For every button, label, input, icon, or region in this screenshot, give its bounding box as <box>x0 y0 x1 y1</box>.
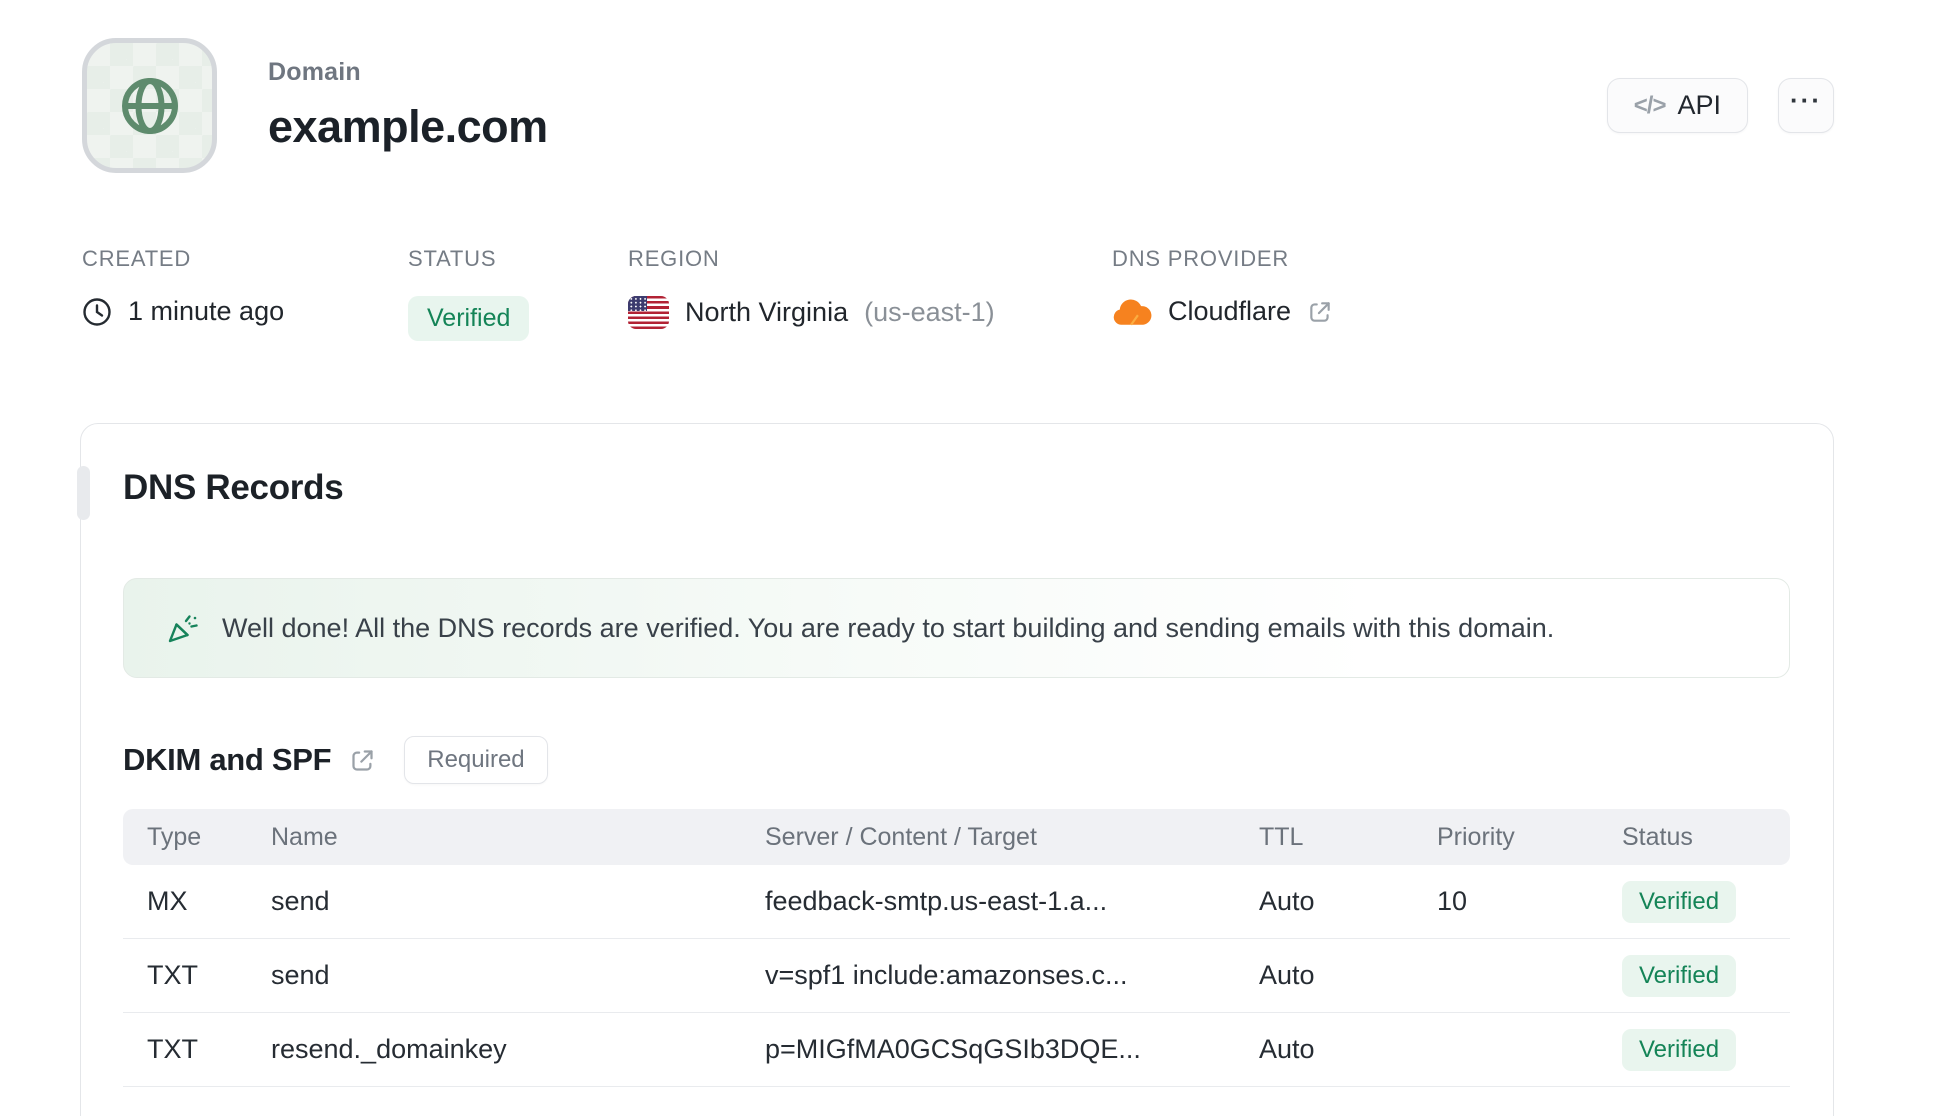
cell-type: TXT <box>147 1034 198 1064</box>
globe-icon <box>121 77 178 134</box>
cell-type: MX <box>147 886 188 916</box>
col-header-ttl: TTL <box>1259 822 1304 851</box>
cell-ttl: Auto <box>1259 886 1315 916</box>
cell-status: Verified <box>1622 880 1790 923</box>
banner-message: Well done! All the DNS records are verif… <box>222 612 1555 643</box>
cell-name: resend._domainkey <box>271 1034 507 1064</box>
dns-records-title: DNS Records <box>123 468 344 507</box>
more-options-button[interactable]: ··· <box>1778 78 1834 133</box>
table-body: MX send feedback-smtp.us-east-1.a... Aut… <box>123 865 1790 1087</box>
api-button[interactable]: </> API <box>1606 78 1748 133</box>
table-row: TXT resend._domainkey p=MIGfMA0GCSqGSIb3… <box>123 1013 1790 1087</box>
required-badge: Required <box>404 736 548 784</box>
page-title-block: Domain example.com <box>268 58 548 153</box>
region-code: (us-east-1) <box>864 297 995 327</box>
page-title: example.com <box>268 101 548 152</box>
meta-region: REGION North Virginia (us-east-1) <box>628 246 995 329</box>
cell-content: v=spf1 include:amazonses.c... <box>765 960 1128 990</box>
dkim-spf-section: DKIM and SPF Required <box>123 736 548 784</box>
cell-ttl: Auto <box>1259 960 1315 990</box>
clock-icon <box>83 297 111 326</box>
verified-badge: Verified <box>1622 880 1737 923</box>
cloudflare-icon <box>1113 299 1152 325</box>
verified-badge: Verified <box>1622 954 1737 997</box>
cell-name: send <box>271 886 330 916</box>
cell-content: p=MIGfMA0GCSqGSIb3DQE... <box>765 1034 1141 1064</box>
external-link-icon <box>1310 301 1330 322</box>
status-badge: Verified <box>408 296 530 341</box>
table-header-row: Type Name Server / Content / Target TTL … <box>123 809 1790 865</box>
api-button-label: API <box>1677 90 1721 120</box>
col-header-content: Server / Content / Target <box>765 822 1037 851</box>
table-row: TXT send v=spf1 include:amazonses.c... A… <box>123 939 1790 1013</box>
cell-priority: 10 <box>1437 886 1468 916</box>
party-popper-icon <box>168 615 198 643</box>
created-label: CREATED <box>82 246 192 271</box>
cell-type: TXT <box>147 960 198 990</box>
col-header-priority: Priority <box>1437 822 1515 851</box>
cell-ttl: Auto <box>1259 1034 1315 1064</box>
entity-label: Domain <box>268 58 361 86</box>
meta-dns-provider: DNS PROVIDER Cloudflare <box>1112 246 1333 327</box>
meta-status: STATUS Verified <box>408 246 530 341</box>
dns-provider-link[interactable]: Cloudflare <box>1112 296 1333 327</box>
table-row: MX send feedback-smtp.us-east-1.a... Aut… <box>123 865 1790 939</box>
external-link-icon[interactable] <box>349 747 376 774</box>
dns-records-card: DNS Records Well done! All the DNS recor… <box>77 423 1834 1116</box>
us-flag-icon <box>628 296 669 329</box>
region-label: REGION <box>628 246 720 271</box>
card-accent-bar <box>77 466 90 520</box>
col-header-type: Type <box>147 822 202 851</box>
domain-detail-page: Domain example.com </> API ··· CREATED 1… <box>0 0 1944 1116</box>
meta-created: CREATED 1 minute ago <box>82 246 284 327</box>
region-value: North Virginia <box>685 297 849 327</box>
cell-status: Verified <box>1622 954 1790 997</box>
ellipsis-icon: ··· <box>1790 85 1822 115</box>
dns-provider-value: Cloudflare <box>1168 296 1292 326</box>
col-header-status: Status <box>1622 822 1693 851</box>
status-label: STATUS <box>408 246 497 271</box>
col-header-name: Name <box>271 822 338 851</box>
success-banner: Well done! All the DNS records are verif… <box>123 578 1790 678</box>
dns-provider-label: DNS PROVIDER <box>1112 246 1290 271</box>
domain-avatar <box>82 38 217 173</box>
header-actions: </> API ··· <box>1606 78 1834 133</box>
cell-content: feedback-smtp.us-east-1.a... <box>765 886 1108 916</box>
verified-badge: Verified <box>1622 1028 1737 1071</box>
cell-status: Verified <box>1622 1028 1790 1071</box>
created-value: 1 minute ago <box>128 296 285 326</box>
dkim-spf-title: DKIM and SPF <box>123 742 332 777</box>
code-icon: </> <box>1633 91 1667 119</box>
cell-name: send <box>271 960 330 990</box>
dns-records-table: Type Name Server / Content / Target TTL … <box>123 809 1790 1087</box>
